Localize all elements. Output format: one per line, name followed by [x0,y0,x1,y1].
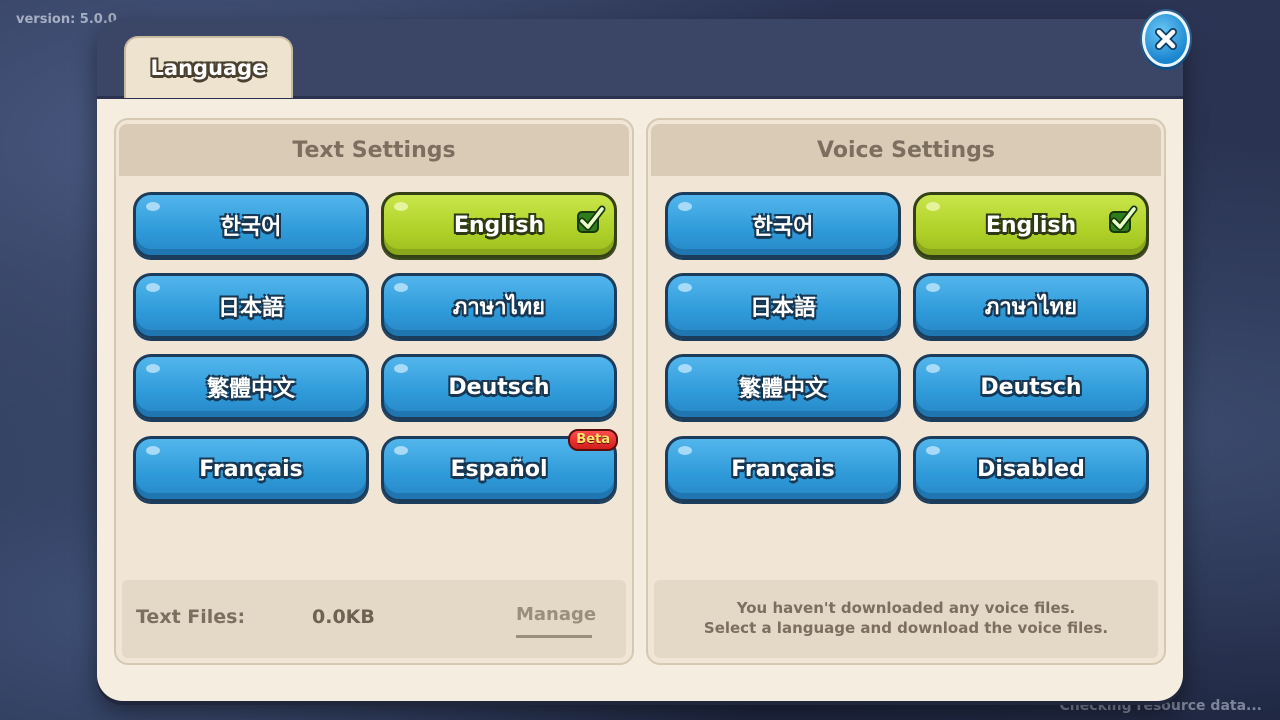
checkmark-icon [577,205,606,233]
beta-badge: Beta [568,429,618,451]
voice-lang-japanese-button[interactable]: 日本語 [665,273,901,339]
voice-files-message: You haven't downloaded any voice files. … [654,598,1158,638]
tab-language[interactable]: Language [124,36,293,98]
text-lang-french-button[interactable]: Français [133,436,369,502]
text-lang-korean-button[interactable]: 한국어 [133,192,369,258]
voice-lang-english-button[interactable]: English [913,192,1149,258]
voice-lang-german-button[interactable]: Deutsch [913,354,1149,420]
text-lang-chinese-traditional-button[interactable]: 繁體中文 [133,354,369,420]
close-icon [1155,28,1177,50]
voice-settings-header: Voice Settings [651,124,1161,176]
voice-disabled-button[interactable]: Disabled [913,436,1149,502]
voice-disabled-label: Disabled [977,456,1085,482]
text-settings-header: Text Settings [119,124,629,176]
text-lang-spanish-label: Español [450,456,548,482]
close-button[interactable] [1142,11,1190,67]
text-lang-spanish-button[interactable]: Español Beta [381,429,618,502]
text-lang-japanese-label: 日本語 [217,296,284,321]
text-lang-thai-label: ภาษาไทย [452,294,546,320]
voice-lang-english-label: English [985,212,1077,238]
version-label: version: 5.0.0 [16,12,117,27]
voice-settings-title: Voice Settings [817,137,995,163]
text-settings-title: Text Settings [292,137,456,163]
voice-lang-korean-button[interactable]: 한국어 [665,192,901,258]
voice-settings-panel: Voice Settings 한국어 English 日本語 ภาษาไทย 繁… [646,118,1166,665]
voice-lang-french-button[interactable]: Français [665,436,901,502]
voice-lang-chinese-traditional-label: 繁體中文 [738,377,827,402]
voice-lang-german-label: Deutsch [980,374,1082,400]
voice-lang-korean-label: 한국어 [752,215,814,240]
tab-language-label: Language [150,56,267,80]
voice-message-line-1: You haven't downloaded any voice files. [736,599,1076,617]
text-lang-german-button[interactable]: Deutsch [381,354,617,420]
text-lang-english-label: English [453,212,545,238]
text-lang-korean-label: 한국어 [220,215,282,240]
manage-button[interactable]: Manage [516,604,596,638]
voice-lang-french-label: Français [731,456,835,482]
voice-files-footer: You haven't downloaded any voice files. … [654,580,1158,658]
voice-lang-thai-button[interactable]: ภาษาไทย [913,273,1149,339]
text-files-size: 0.0KB [312,606,375,628]
checkmark-icon [1109,205,1138,233]
text-lang-chinese-traditional-label: 繁體中文 [206,377,295,402]
text-lang-german-label: Deutsch [448,374,550,400]
voice-lang-japanese-label: 日本語 [749,296,816,321]
text-settings-panel: Text Settings 한국어 English 日本語 ภาษาไทย 繁體… [114,118,634,665]
text-lang-french-label: Français [199,456,303,482]
voice-lang-thai-label: ภาษาไทย [984,294,1078,320]
text-lang-japanese-button[interactable]: 日本語 [133,273,369,339]
voice-message-line-2: Select a language and download the voice… [703,619,1109,637]
text-lang-english-button[interactable]: English [381,192,617,258]
text-files-footer: Text Files: 0.0KB Manage [122,580,626,658]
text-files-label: Text Files: [136,606,246,628]
text-lang-thai-button[interactable]: ภาษาไทย [381,273,617,339]
voice-lang-chinese-traditional-button[interactable]: 繁體中文 [665,354,901,420]
